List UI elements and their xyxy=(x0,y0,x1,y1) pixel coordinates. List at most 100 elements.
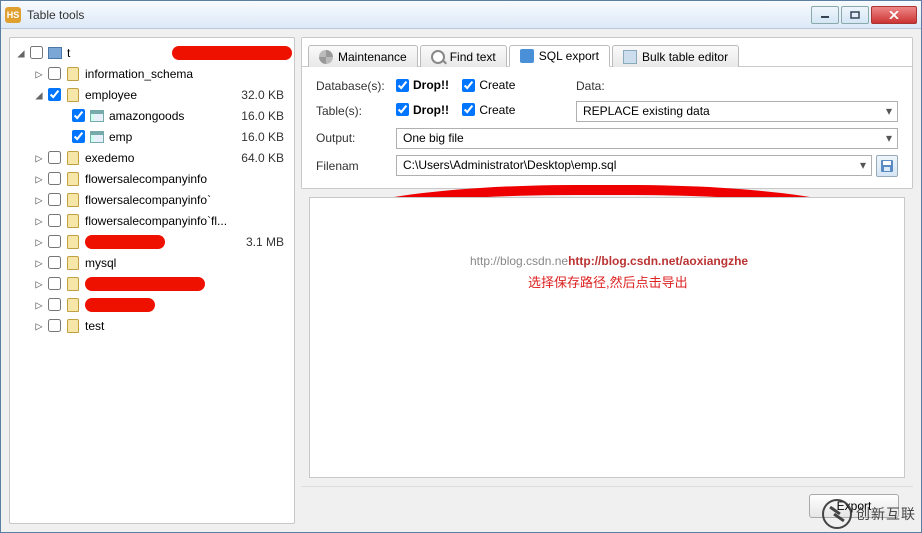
tree-table[interactable]: amazongoods16.0 KB xyxy=(12,105,292,126)
tree-item-label: flowersalecompanyinfo`fl... xyxy=(85,214,284,228)
expand-icon[interactable]: ▷ xyxy=(32,172,46,186)
save-file-button[interactable] xyxy=(876,155,898,177)
tab-maintenance[interactable]: Maintenance xyxy=(308,45,418,67)
expand-icon[interactable]: ▷ xyxy=(32,193,46,207)
tree-database[interactable]: ▷ flowersalecompanyinfo`fl... xyxy=(12,210,292,231)
tree-database[interactable]: ▷ flowersalecompanyinfo` xyxy=(12,189,292,210)
tree-checkbox[interactable] xyxy=(48,298,61,311)
expand-icon[interactable]: ▷ xyxy=(32,214,46,228)
database-icon xyxy=(65,87,81,103)
database-icon xyxy=(65,213,81,229)
tree-database[interactable]: ◢employee32.0 KB xyxy=(12,84,292,105)
tree-server[interactable]: ◢t xyxy=(12,42,292,63)
app-icon: HS xyxy=(5,7,21,23)
filename-input[interactable]: C:\Users\Administrator\Desktop\emp.sql xyxy=(396,155,872,176)
table-icon xyxy=(89,129,105,145)
data-mode-select[interactable]: REPLACE existing data xyxy=(576,101,898,122)
tree-checkbox[interactable] xyxy=(48,172,61,185)
tbl-create-checkbox[interactable]: Create xyxy=(462,103,515,117)
maximize-button[interactable] xyxy=(841,6,869,24)
tree-table[interactable]: emp16.0 KB xyxy=(12,126,292,147)
redacted xyxy=(85,298,155,312)
expand-icon[interactable]: ◢ xyxy=(14,46,28,60)
brand-watermark: 创新互联 xyxy=(822,499,916,529)
tree-database[interactable]: ▷ xyxy=(12,273,292,294)
data-label: Data: xyxy=(572,75,612,98)
tree-item-label: information_schema xyxy=(85,67,284,81)
expand-icon[interactable]: ▷ xyxy=(32,67,46,81)
tree-checkbox[interactable] xyxy=(48,319,61,332)
tab-bulk-editor[interactable]: Bulk table editor xyxy=(612,45,739,67)
tree-item-size: 16.0 KB xyxy=(241,109,292,123)
tree-checkbox[interactable] xyxy=(48,193,61,206)
tab-sql-export[interactable]: SQL export xyxy=(509,45,610,67)
tree-checkbox[interactable] xyxy=(48,67,61,80)
wrench-icon xyxy=(319,50,333,64)
tree-item-label: test xyxy=(85,319,284,333)
titlebar: HS Table tools xyxy=(1,1,921,29)
tree-checkbox[interactable] xyxy=(48,88,61,101)
database-icon xyxy=(65,318,81,334)
tab-label: SQL export xyxy=(539,49,599,63)
window-title: Table tools xyxy=(27,8,809,22)
tree-item-label: flowersalecompanyinfo` xyxy=(85,193,284,207)
tables-label: Table(s): xyxy=(312,98,392,125)
tab-label: Find text xyxy=(450,50,496,64)
tree-database[interactable]: ▷3.1 MB xyxy=(12,231,292,252)
tab-label: Maintenance xyxy=(338,50,407,64)
brand-logo-icon xyxy=(822,499,852,529)
tree-database[interactable]: ▷ test xyxy=(12,315,292,336)
client-area: ◢t▷information_schema◢employee32.0 KBama… xyxy=(1,29,921,532)
redacted xyxy=(85,235,165,249)
server-checkbox[interactable] xyxy=(30,46,43,59)
expand-icon[interactable]: ▷ xyxy=(32,298,46,312)
expand-icon[interactable]: ▷ xyxy=(32,256,46,270)
watermark: http://blog.csdn.nehttp://blog.csdn.net/… xyxy=(470,252,748,271)
tree-checkbox[interactable] xyxy=(48,235,61,248)
tree-item-label: employee xyxy=(85,88,241,102)
expand-icon[interactable]: ◢ xyxy=(32,88,46,102)
tree-checkbox[interactable] xyxy=(48,214,61,227)
tree-item-label: flowersalecompanyinfo xyxy=(85,172,284,186)
tree-checkbox[interactable] xyxy=(48,277,61,290)
tree-item-size: 64.0 KB xyxy=(241,151,292,165)
tree-item-label: mysql xyxy=(85,256,284,270)
tree-item-label: amazongoods xyxy=(109,109,241,123)
expand-icon[interactable]: ▷ xyxy=(32,235,46,249)
database-icon xyxy=(65,192,81,208)
tree-checkbox[interactable] xyxy=(48,256,61,269)
output-mode-select[interactable]: One big file xyxy=(396,128,898,149)
expand-icon[interactable]: ▷ xyxy=(32,277,46,291)
server-icon xyxy=(47,45,63,61)
filename-label: Filenam xyxy=(312,152,392,180)
database-tree-panel: ◢t▷information_schema◢employee32.0 KBama… xyxy=(9,37,295,524)
tree-database[interactable]: ▷ xyxy=(12,294,292,315)
annotation-text: 选择保存路径,然后点击导出 xyxy=(528,272,688,291)
tab-container: Maintenance Find text SQL export Bulk ta… xyxy=(301,37,913,189)
output-area: http://blog.csdn.nehttp://blog.csdn.net/… xyxy=(309,197,905,479)
db-create-checkbox[interactable]: Create xyxy=(462,78,515,92)
tree-checkbox[interactable] xyxy=(72,109,85,122)
right-panel: Maintenance Find text SQL export Bulk ta… xyxy=(301,37,913,524)
redacted xyxy=(85,277,205,291)
database-icon xyxy=(65,234,81,250)
expand-icon[interactable]: ▷ xyxy=(32,151,46,165)
tabbar: Maintenance Find text SQL export Bulk ta… xyxy=(302,38,912,67)
tree-database[interactable]: ▷ mysql xyxy=(12,252,292,273)
tree-database[interactable]: ▷ flowersalecompanyinfo xyxy=(12,168,292,189)
redacted xyxy=(172,46,292,60)
tbl-drop-checkbox[interactable]: Drop!! xyxy=(396,103,449,117)
expand-icon[interactable]: ▷ xyxy=(32,319,46,333)
tab-find-text[interactable]: Find text xyxy=(420,45,507,67)
database-tree[interactable]: ◢t▷information_schema◢employee32.0 KBama… xyxy=(12,42,292,336)
tree-checkbox[interactable] xyxy=(72,130,85,143)
tree-database[interactable]: ▷exedemo64.0 KB xyxy=(12,147,292,168)
close-button[interactable] xyxy=(871,6,917,24)
tree-checkbox[interactable] xyxy=(48,151,61,164)
brand-text: 创新互联 xyxy=(856,504,916,524)
database-icon xyxy=(65,276,81,292)
minimize-button[interactable] xyxy=(811,6,839,24)
sql-icon xyxy=(520,49,534,63)
tree-database[interactable]: ▷ information_schema xyxy=(12,63,292,84)
db-drop-checkbox[interactable]: Drop!! xyxy=(396,78,449,92)
